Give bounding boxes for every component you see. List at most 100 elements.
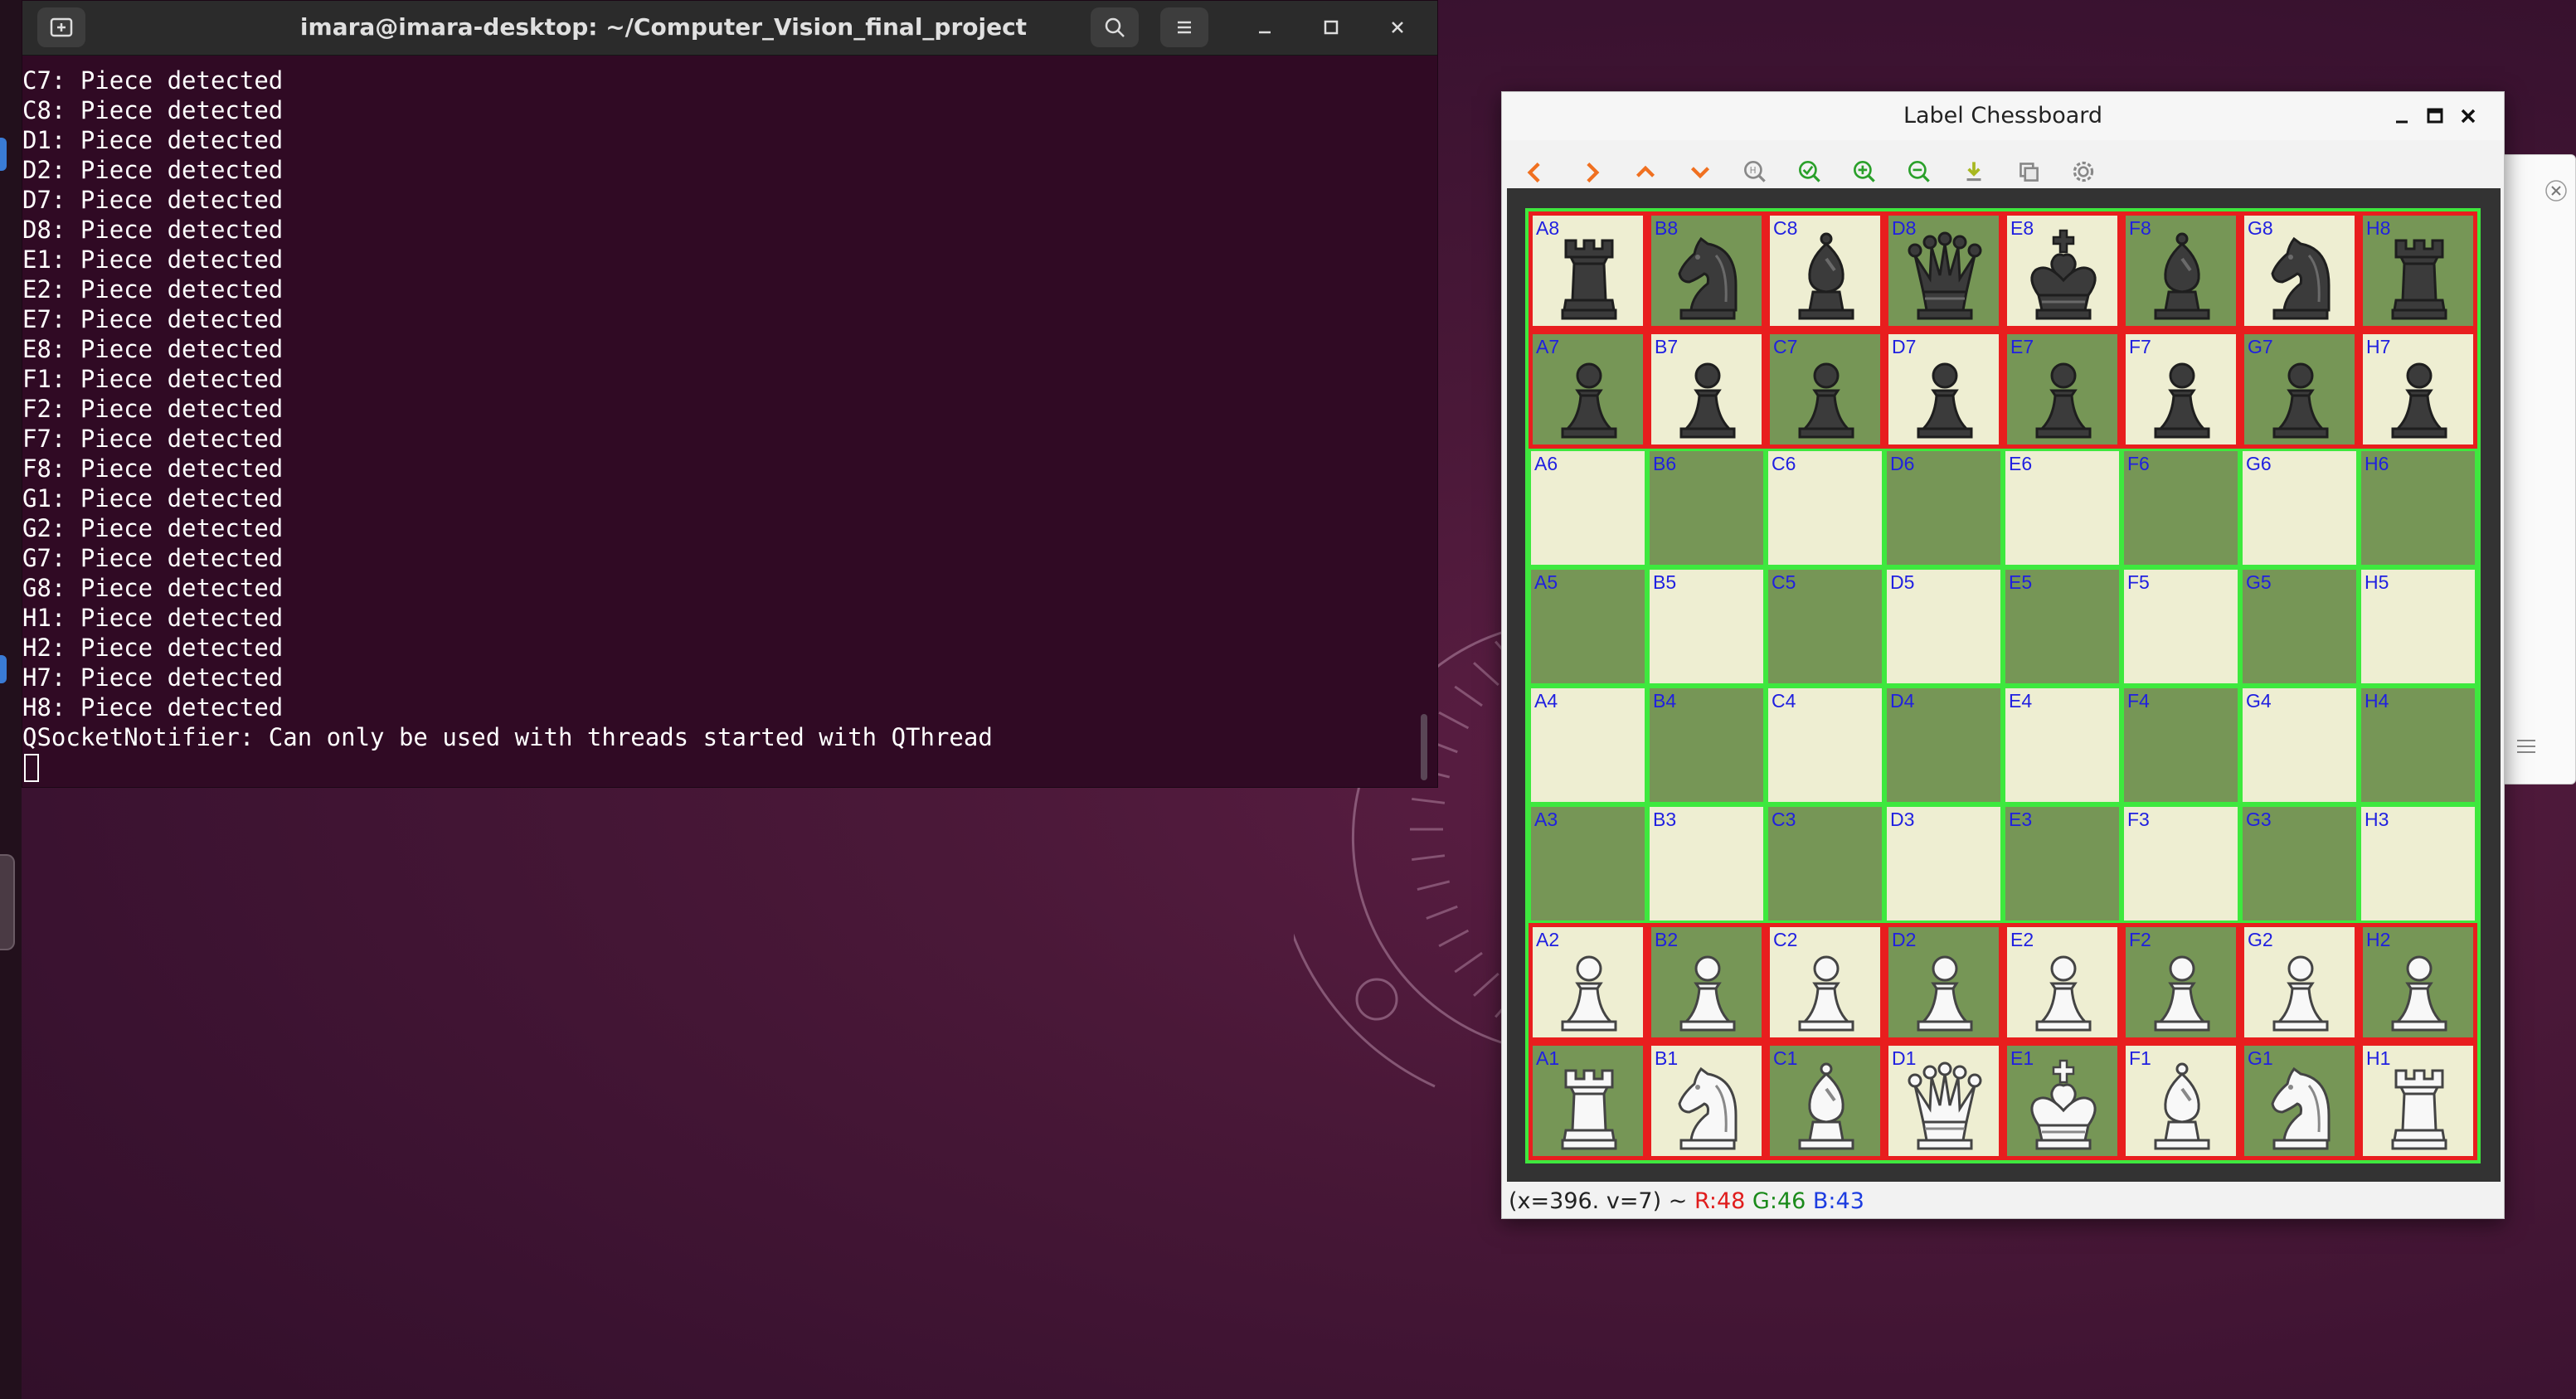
square-a1[interactable]: A1 [1529, 1042, 1647, 1160]
forward-arrow-button[interactable] [1568, 149, 1613, 194]
square-c1[interactable]: C1 [1766, 1042, 1884, 1160]
square-f4[interactable]: F4 [2122, 686, 2240, 804]
square-a8[interactable]: A8 [1529, 211, 1647, 330]
square-g2[interactable]: G2 [2240, 923, 2359, 1042]
square-g1[interactable]: G1 [2240, 1042, 2359, 1160]
square-h4[interactable]: H4 [2359, 686, 2477, 804]
chess-close-button[interactable] [2456, 104, 2481, 129]
square-a4[interactable]: A4 [1529, 686, 1647, 804]
square-e1[interactable]: E1 [2003, 1042, 2122, 1160]
image-canvas[interactable]: A8 B8 C8 D8 E8 F8 G8 H8 A7 B7 C7 D7 E7 F… [1507, 188, 2501, 1182]
search-button[interactable] [1091, 7, 1139, 47]
terminal-output[interactable]: C7: Piece detected C8: Piece detected D1: … [22, 56, 1437, 789]
square-h6[interactable]: H6 [2359, 449, 2477, 567]
square-g4[interactable]: G4 [2240, 686, 2359, 804]
square-b4[interactable]: B4 [1647, 686, 1766, 804]
square-d7[interactable]: D7 [1884, 330, 2003, 449]
square-f7[interactable]: F7 [2122, 330, 2240, 449]
back-arrow-button[interactable] [1514, 149, 1558, 194]
white-knight-icon [2271, 1066, 2331, 1150]
square-b8[interactable]: B8 [1647, 211, 1766, 330]
zoom-out-button[interactable] [1897, 149, 1942, 194]
chess-maximize-button[interactable] [2423, 104, 2447, 129]
square-h1[interactable]: H1 [2359, 1042, 2477, 1160]
square-f2[interactable]: F2 [2122, 923, 2240, 1042]
square-g5[interactable]: G5 [2240, 567, 2359, 686]
square-h7[interactable]: H7 [2359, 330, 2477, 449]
chess-minimize-button[interactable] [2389, 104, 2414, 129]
square-d2[interactable]: D2 [1884, 923, 2003, 1042]
square-b2[interactable]: B2 [1647, 923, 1766, 1042]
square-e8[interactable]: E8 [2003, 211, 2122, 330]
square-b1[interactable]: B1 [1647, 1042, 1766, 1160]
menu-button[interactable] [1160, 7, 1208, 47]
square-b3[interactable]: B3 [1647, 804, 1766, 923]
square-c5[interactable]: C5 [1766, 567, 1884, 686]
square-e6[interactable]: E6 [2003, 449, 2122, 567]
square-h3[interactable]: H3 [2359, 804, 2477, 923]
square-f5[interactable]: F5 [2122, 567, 2240, 686]
square-d6[interactable]: D6 [1884, 449, 2003, 567]
square-a7[interactable]: A7 [1529, 330, 1647, 449]
close-button[interactable] [1383, 12, 1412, 42]
square-b7[interactable]: B7 [1647, 330, 1766, 449]
pan-up-button[interactable] [1623, 149, 1668, 194]
square-c6[interactable]: C6 [1766, 449, 1884, 567]
copy-button[interactable] [2006, 149, 2051, 194]
zoom-reset-button[interactable]: H [1733, 149, 1777, 194]
background-window[interactable] [2496, 154, 2576, 785]
terminal-line: F8: Piece detected [22, 454, 284, 483]
square-a3[interactable]: A3 [1529, 804, 1647, 923]
square-d4[interactable]: D4 [1884, 686, 2003, 804]
square-g6[interactable]: G6 [2240, 449, 2359, 567]
settings-button[interactable] [2061, 149, 2106, 194]
dock-app-icon[interactable] [0, 854, 15, 950]
square-e7[interactable]: E7 [2003, 330, 2122, 449]
square-d8[interactable]: D8 [1884, 211, 2003, 330]
square-label: F3 [2127, 809, 2150, 830]
square-d5[interactable]: D5 [1884, 567, 2003, 686]
square-g7[interactable]: G7 [2240, 330, 2359, 449]
label-chessboard-window[interactable]: Label Chessboard H A8 B8 C8 D8 E8 F8 G8 … [1501, 91, 2505, 1219]
close-icon[interactable] [2545, 180, 2567, 202]
square-c8[interactable]: C8 [1766, 211, 1884, 330]
black-pawn-icon [1561, 362, 1617, 439]
list-icon[interactable] [2514, 736, 2539, 757]
square-e4[interactable]: E4 [2003, 686, 2122, 804]
square-c7[interactable]: C7 [1766, 330, 1884, 449]
terminal-window[interactable]: imara@imara-desktop: ~/Computer_Vision_f… [22, 0, 1438, 788]
copy-icon [2019, 163, 2039, 182]
square-a6[interactable]: A6 [1529, 449, 1647, 567]
square-e2[interactable]: E2 [2003, 923, 2122, 1042]
square-f1[interactable]: F1 [2122, 1042, 2240, 1160]
square-a2[interactable]: A2 [1529, 923, 1647, 1042]
minimize-button[interactable] [1250, 12, 1280, 42]
terminal-header-bar[interactable]: imara@imara-desktop: ~/Computer_Vision_f… [22, 1, 1437, 56]
square-d1[interactable]: D1 [1884, 1042, 2003, 1160]
square-h5[interactable]: H5 [2359, 567, 2477, 686]
terminal-scrollbar[interactable] [1421, 714, 1427, 780]
square-h8[interactable]: H8 [2359, 211, 2477, 330]
pan-down-button[interactable] [1678, 149, 1723, 194]
square-f8[interactable]: F8 [2122, 211, 2240, 330]
square-f3[interactable]: F3 [2122, 804, 2240, 923]
square-f6[interactable]: F6 [2122, 449, 2240, 567]
square-c4[interactable]: C4 [1766, 686, 1884, 804]
save-image-button[interactable] [1951, 149, 1996, 194]
square-b6[interactable]: B6 [1647, 449, 1766, 567]
maximize-button[interactable] [1316, 12, 1346, 42]
square-h2[interactable]: H2 [2359, 923, 2477, 1042]
square-b5[interactable]: B5 [1647, 567, 1766, 686]
zoom-in-button[interactable] [1842, 149, 1887, 194]
square-e3[interactable]: E3 [2003, 804, 2122, 923]
chess-window-titlebar[interactable]: Label Chessboard [1502, 92, 2504, 140]
square-g3[interactable]: G3 [2240, 804, 2359, 923]
square-c3[interactable]: C3 [1766, 804, 1884, 923]
square-c2[interactable]: C2 [1766, 923, 1884, 1042]
square-a5[interactable]: A5 [1529, 567, 1647, 686]
zoom-fit-button[interactable] [1787, 149, 1832, 194]
chessboard[interactable]: A8 B8 C8 D8 E8 F8 G8 H8 A7 B7 C7 D7 E7 F… [1525, 208, 2481, 1163]
square-d3[interactable]: D3 [1884, 804, 2003, 923]
square-e5[interactable]: E5 [2003, 567, 2122, 686]
square-g8[interactable]: G8 [2240, 211, 2359, 330]
